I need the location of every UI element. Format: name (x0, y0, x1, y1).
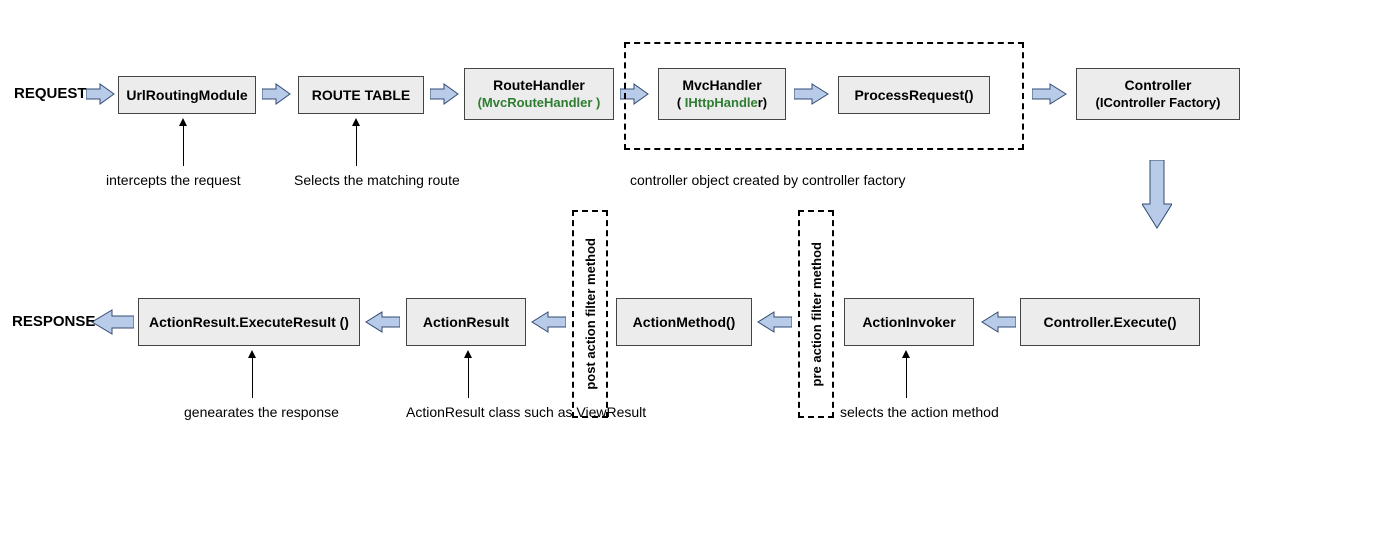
process-request-box: ProcessRequest() (838, 76, 990, 114)
request-label: REQUEST (14, 85, 87, 102)
action-result-box: ActionResult (406, 298, 526, 346)
execute-result-text: ActionResult.ExecuteResult () (149, 313, 349, 331)
pointer-line (183, 126, 184, 166)
arrow-left-icon (364, 310, 400, 334)
action-method-text: ActionMethod() (633, 313, 736, 331)
arrow-icon (86, 82, 116, 106)
mvc-handler-box: MvcHandler ( ( IHttpHandler)IHttpHandler… (658, 68, 786, 120)
arrow-icon (794, 82, 830, 106)
action-invoker-text: ActionInvoker (862, 313, 955, 331)
pointer-arrowhead-icon (902, 350, 910, 358)
pointer-arrowhead-icon (352, 118, 360, 126)
controller-sub: (IController Factory) (1096, 95, 1221, 112)
pointer-line (906, 358, 907, 398)
url-routing-module-text: UrlRoutingModule (126, 86, 247, 104)
controller-box: Controller (IController Factory) (1076, 68, 1240, 120)
route-handler-box: RouteHandler (MvcRouteHandler ) (464, 68, 614, 120)
route-handler-title: RouteHandler (493, 76, 585, 94)
caption-generates-response: genearates the response (184, 404, 339, 420)
arrow-icon (430, 82, 460, 106)
arrow-icon (1032, 82, 1068, 106)
arrow-left-icon (530, 310, 566, 334)
arrow-left-icon (980, 310, 1016, 334)
post-action-filter-box: post action filter method (572, 210, 608, 418)
mvc-handler-title: MvcHandler (682, 76, 761, 94)
caption-selects-action: selects the action method (840, 404, 999, 420)
mvc-handler-sub: ( ( IHttpHandler)IHttpHandler) (677, 95, 767, 112)
caption-intercepts: intercepts the request (106, 172, 241, 188)
pointer-line (356, 126, 357, 166)
pointer-line (252, 358, 253, 398)
action-result-text: ActionResult (423, 313, 509, 331)
pointer-arrowhead-icon (464, 350, 472, 358)
controller-title: Controller (1125, 76, 1192, 94)
caption-controller-factory: controller object created by controller … (630, 172, 905, 188)
arrow-icon (262, 82, 292, 106)
url-routing-module-box: UrlRoutingModule (118, 76, 256, 114)
execute-result-box: ActionResult.ExecuteResult () (138, 298, 360, 346)
diagram-canvas: REQUEST UrlRoutingModule ROUTE TABLE Rou… (0, 0, 1400, 539)
route-table-text: ROUTE TABLE (312, 86, 411, 104)
pre-action-filter-text: pre action filter method (809, 242, 824, 386)
route-handler-sub: (MvcRouteHandler ) (478, 95, 601, 112)
action-method-box: ActionMethod() (616, 298, 752, 346)
controller-execute-text: Controller.Execute() (1043, 313, 1176, 331)
pointer-arrowhead-icon (248, 350, 256, 358)
action-invoker-box: ActionInvoker (844, 298, 974, 346)
process-request-text: ProcessRequest() (854, 86, 973, 104)
response-label: RESPONSE (12, 313, 95, 330)
post-action-filter-text: post action filter method (583, 238, 598, 390)
arrow-left-icon (756, 310, 792, 334)
caption-actionresult-class: ActionResult class such as ViewResult (406, 404, 646, 420)
route-table-box: ROUTE TABLE (298, 76, 424, 114)
pre-action-filter-box: pre action filter method (798, 210, 834, 418)
pointer-arrowhead-icon (179, 118, 187, 126)
arrow-down-icon (1142, 160, 1172, 230)
pointer-line (468, 358, 469, 398)
caption-selects-route: Selects the matching route (294, 172, 460, 188)
arrow-left-icon (90, 308, 134, 336)
controller-execute-box: Controller.Execute() (1020, 298, 1200, 346)
